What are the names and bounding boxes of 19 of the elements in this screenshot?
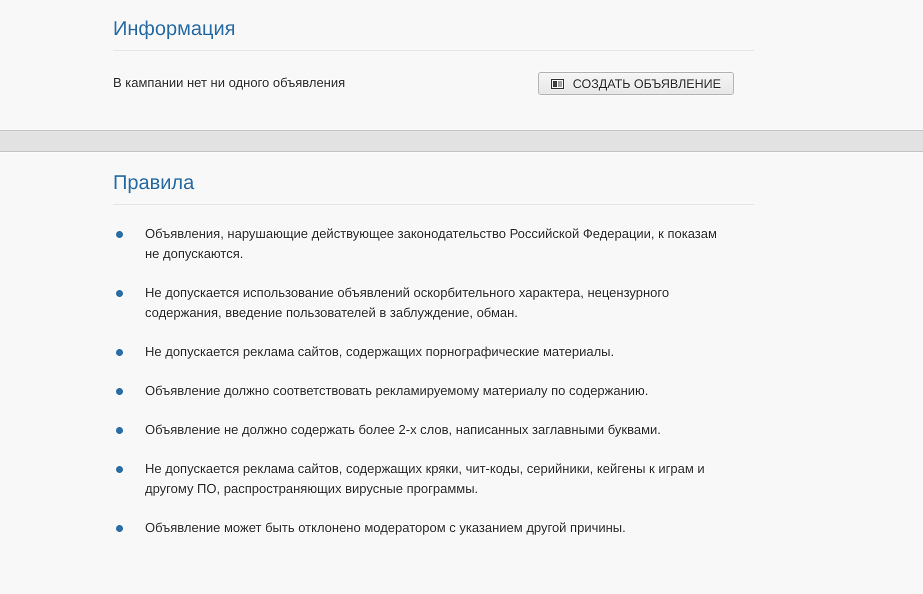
bullet-icon [116,231,123,238]
bullet-icon [116,290,123,297]
rule-text: Объявление не должно содержать более 2-х слов, написанных заглавными буквами. [145,421,662,439]
rule-text: Объявление может быть отклонено модератором с указанием другой причины. [145,519,627,537]
rule-text: Не допускается реклама сайтов, содержащих порнографические материалы. [145,343,616,361]
empty-message: В кампании нет ни одного объявления [113,75,346,90]
create-ad-button[interactable]: СОЗДАТЬ ОБЪЯВЛЕНИЕ [538,72,734,95]
bullet-icon [116,466,123,473]
rule-text: Не допускается использование объявлений оскорбительного характера, нецензурного содержания, введение пользователей в заблуждение, обман. [145,284,670,322]
section-title: Правила [113,172,754,205]
bullet-icon [116,427,123,434]
bullet-icon [116,388,123,395]
rule-text: Не допускается реклама сайтов, содержащих кряки, чит-коды, серийники, кейгены к играм и другому ПО, распространяющих вирусные программы. [145,460,706,498]
section-title: Информация [113,18,754,51]
rule-text: Объявление должно соответствовать рекламируемому материалу по содержанию. [145,382,650,400]
bullet-icon [116,349,123,356]
newspaper-icon [550,78,564,88]
rule-text: Объявления, нарушающие действующее законодательство Российской Федерации, к показам не допускаются. [145,225,718,263]
bullet-icon [116,525,123,532]
